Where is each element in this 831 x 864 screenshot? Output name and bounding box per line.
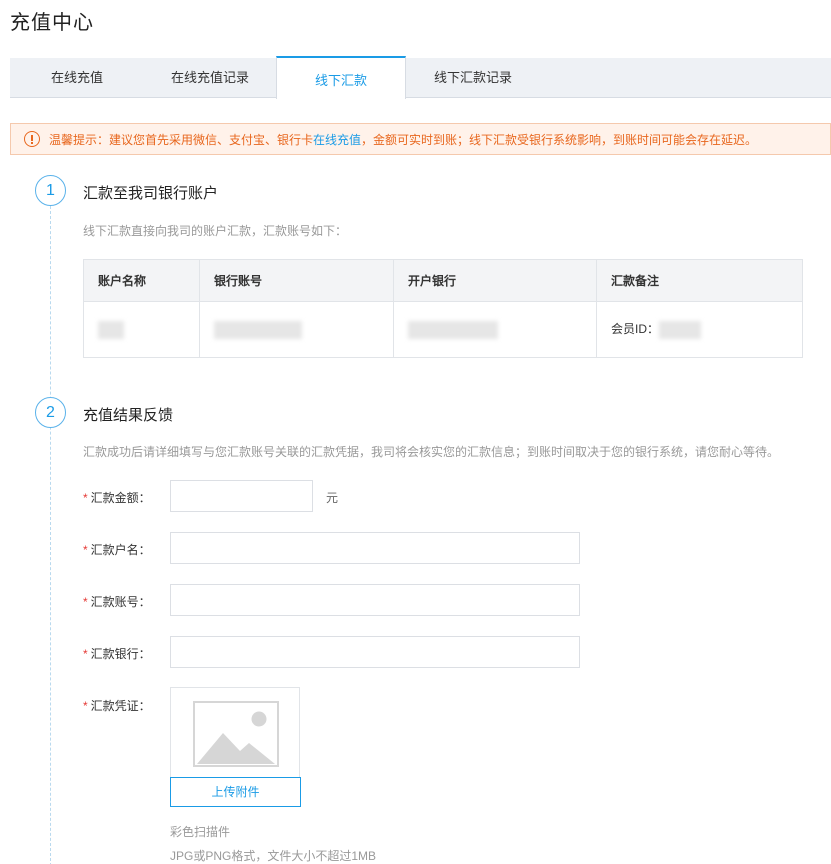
opening-bank-cell <box>393 301 597 358</box>
account-number-label: * 汇款账号： <box>83 595 151 609</box>
remittance-note-cell: 会员ID： <box>596 301 803 358</box>
required-marker: * <box>83 647 88 661</box>
bank-label: * 汇款银行： <box>83 647 151 661</box>
voucher-preview[interactable] <box>170 687 300 779</box>
account-number-input[interactable] <box>170 584 580 616</box>
tab-offline-remittance-records[interactable]: 线下汇款记录 <box>406 58 540 98</box>
required-marker: * <box>83 699 88 713</box>
step-2-description: 汇款成功后请详细填写与您汇款账号关联的汇款凭据，我司将会核实您的汇款信息；到账时… <box>83 445 780 459</box>
tab-online-recharge[interactable]: 在线充值 <box>10 58 144 98</box>
step-1-description: 线下汇款直接向我司的账户汇款，汇款账号如下： <box>83 224 348 238</box>
step-1-badge: 1 <box>35 175 66 206</box>
page-title: 充值中心 <box>10 12 94 34</box>
notice-banner: 温馨提示：建议您首先采用微信、支付宝、银行卡在线充值，金额可实时到账；线下汇款受… <box>10 123 831 155</box>
required-marker: * <box>83 595 88 609</box>
column-header-opening-bank: 开户银行 <box>393 259 597 302</box>
tab-offline-remittance[interactable]: 线下汇款 <box>276 56 406 99</box>
voucher-label: * 汇款凭证： <box>83 699 151 713</box>
bank-account-table: 账户名称 银行账号 开户银行 汇款备注 会员ID： <box>83 259 803 358</box>
redacted-value <box>659 320 702 339</box>
notice-text: 温馨提示：建议您首先采用微信、支付宝、银行卡在线充值，金额可实时到账；线下汇款受… <box>49 132 758 147</box>
upload-attachment-button[interactable]: 上传附件 <box>170 777 301 807</box>
redacted-value <box>98 320 124 339</box>
account-holder-input[interactable] <box>170 532 580 564</box>
step-timeline <box>50 206 51 864</box>
amount-input[interactable] <box>170 480 313 512</box>
upload-hint-scan: 彩色扫描件 <box>170 825 231 839</box>
amount-label: * 汇款金额： <box>83 491 151 505</box>
bank-input[interactable] <box>170 636 580 668</box>
redacted-value <box>214 320 302 339</box>
warning-icon <box>24 131 40 147</box>
step-2-title: 充值结果反馈 <box>83 407 174 424</box>
member-id-label: 会员ID： <box>611 322 660 337</box>
required-marker: * <box>83 491 88 505</box>
tab-bar: 在线充值 在线充值记录 线下汇款 线下汇款记录 <box>10 56 831 99</box>
account-holder-label: * 汇款户名： <box>83 543 151 557</box>
amount-unit: 元 <box>326 491 339 505</box>
image-placeholder-icon <box>193 701 279 767</box>
bank-account-cell <box>199 301 394 358</box>
account-name-cell <box>83 301 200 358</box>
column-header-remittance-note: 汇款备注 <box>596 259 803 302</box>
step-2-badge: 2 <box>35 397 66 428</box>
tab-online-recharge-records[interactable]: 在线充值记录 <box>144 58 276 98</box>
step-1-title: 汇款至我司银行账户 <box>83 185 219 202</box>
required-marker: * <box>83 543 88 557</box>
online-recharge-link[interactable]: 在线充值 <box>313 133 361 147</box>
column-header-account-name: 账户名称 <box>83 259 200 302</box>
column-header-bank-account: 银行账号 <box>199 259 394 302</box>
table-row: 会员ID： <box>83 301 803 358</box>
upload-hint-format: JPG或PNG格式，文件大小不超过1MB <box>170 849 377 863</box>
redacted-value <box>408 320 498 339</box>
